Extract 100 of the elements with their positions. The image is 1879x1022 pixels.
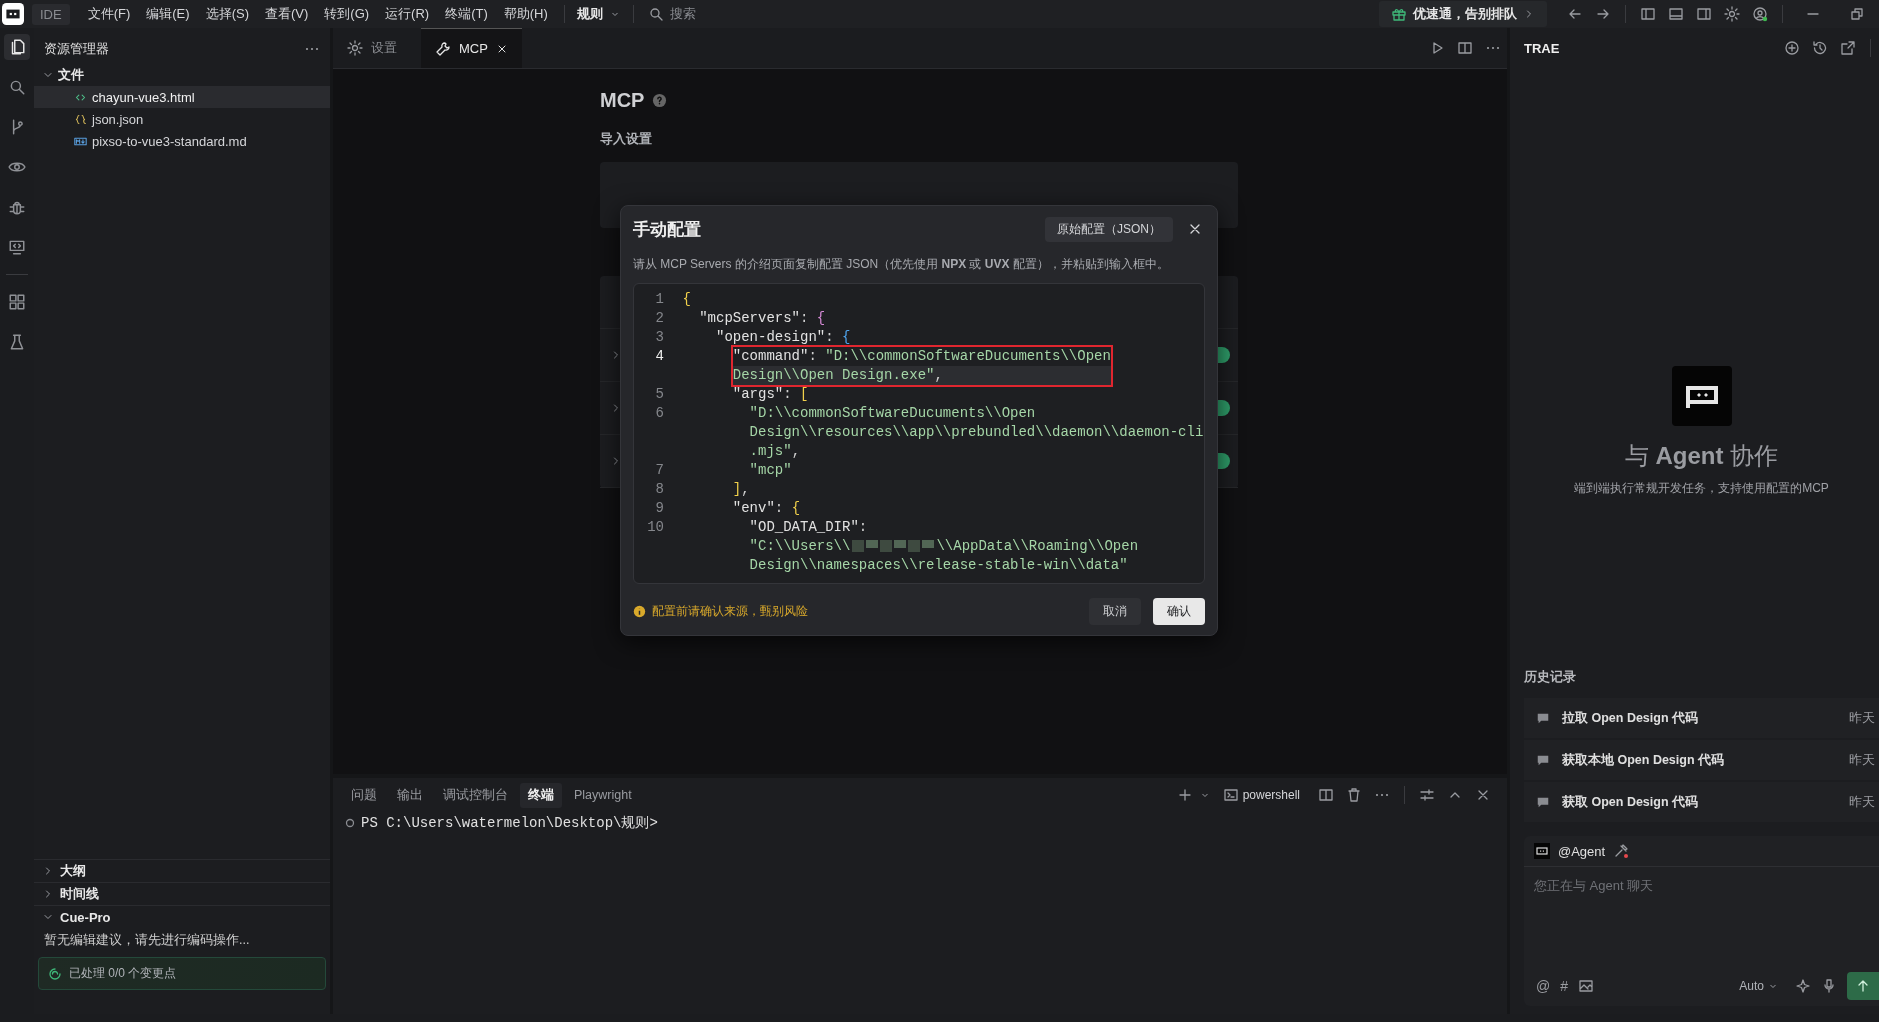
panel-tab[interactable]: 输出 [389, 782, 431, 808]
line-number: 5 [654, 385, 665, 404]
explorer-title: 资源管理器 [44, 40, 109, 58]
panel-header[interactable]: 大纲 [34, 859, 330, 882]
menu-item[interactable]: 选择(S) [197, 5, 257, 23]
editor-tab[interactable]: 设置 [333, 28, 421, 68]
line-number: 6 [654, 404, 665, 423]
shell-selector[interactable]: powershell [1216, 786, 1306, 804]
dialog-title: 手动配置 [633, 218, 701, 241]
settings-icon[interactable] [1724, 6, 1740, 22]
app-name[interactable]: IDE [32, 3, 70, 25]
menu-item[interactable]: 转到(G) [316, 5, 378, 23]
line-number: 1 [654, 290, 665, 309]
code-line: "open-design": { [716, 328, 851, 347]
warning-text: 配置前请确认来源，甄别风险 [652, 603, 808, 620]
sparkle-icon[interactable] [1795, 978, 1811, 994]
page-title: MCP [600, 89, 645, 112]
panel-tab[interactable]: Playwright [566, 784, 640, 806]
left-panel-icon[interactable] [1640, 6, 1656, 22]
history-time: 昨天 [1849, 793, 1875, 811]
send-button[interactable] [1847, 972, 1879, 1000]
agent-heading: 与 Agent 协作 [1624, 441, 1779, 471]
code-line: ], [732, 480, 750, 499]
line-number: 8 [654, 480, 665, 499]
split-editor-icon[interactable] [1457, 40, 1473, 56]
editor-tab[interactable]: MCP [421, 28, 522, 68]
chat-input[interactable]: 您正在与 Agent 聊天 [1524, 867, 1879, 972]
tools-icon[interactable] [1613, 843, 1630, 859]
menu-item[interactable]: 终端(T) [437, 5, 496, 23]
panel-header[interactable]: Cue-Pro [34, 905, 330, 928]
history-item[interactable]: 获取 Open Design 代码 昨天 [1524, 782, 1879, 822]
agent-icon [1534, 843, 1550, 859]
history-title-text: 获取 Open Design 代码 [1562, 793, 1700, 811]
split-terminal-icon[interactable] [1318, 787, 1334, 803]
file-item[interactable]: chayun-vue3.html [34, 86, 330, 108]
history-item[interactable]: 获取本地 Open Design 代码 昨天 [1524, 740, 1879, 780]
image-icon[interactable] [1578, 978, 1594, 994]
account-icon[interactable] [1752, 6, 1768, 22]
history-title: 历史记录 [1524, 669, 1577, 686]
folder-item[interactable]: 文件 [34, 64, 330, 86]
mode-selector[interactable]: Auto [1733, 978, 1785, 994]
panel-tab[interactable]: 问题 [343, 782, 385, 808]
menu-item[interactable]: 文件(F) [79, 5, 139, 23]
confirm-button[interactable]: 确认 [1153, 598, 1205, 625]
bottom-panel-icon[interactable] [1668, 6, 1684, 22]
sliders-icon[interactable] [1419, 787, 1435, 803]
swirl-icon [47, 965, 63, 982]
code-line: "D:\\commonSoftwareDucuments\\Open [749, 404, 1037, 423]
chat-bubble-icon [1536, 795, 1550, 809]
line-number: 2 [654, 309, 665, 328]
panel-tab[interactable]: 终端 [520, 782, 562, 808]
new-chat-icon[interactable] [1784, 40, 1800, 56]
code-line: "env": { [732, 499, 801, 518]
panel-header[interactable]: 时间线 [34, 882, 330, 905]
popout-icon[interactable] [1840, 40, 1856, 56]
trash-icon[interactable] [1346, 787, 1362, 803]
panel-tab[interactable]: 调试控制台 [435, 782, 516, 808]
code-line: "C:\\Users\\ \\AppData\\Roaming\\Open [749, 537, 1139, 556]
cancel-button[interactable]: 取消 [1089, 598, 1141, 625]
info-icon [633, 605, 646, 618]
code-line: .mjs", [749, 442, 802, 461]
promo-button[interactable]: 优速通，告别排队 [1379, 1, 1547, 27]
settings-icon [347, 40, 363, 56]
menu-item[interactable]: 运行(R) [377, 5, 438, 23]
tool-button[interactable]: @ [1536, 978, 1551, 994]
raw-config-button[interactable]: 原始配置（JSON） [1045, 216, 1173, 242]
status-text: 已处理 0/0 个变更点 [69, 965, 177, 982]
terminal-icon [1222, 787, 1239, 803]
file-item[interactable]: json.json [34, 108, 330, 130]
right-panel-icon[interactable] [1696, 6, 1712, 22]
chat-box[interactable]: @Agent 您正在与 Agent 聊天 @ # Auto [1524, 836, 1879, 1006]
code-line: Design\\namespaces\\release-stable-win\\data" [749, 556, 1129, 575]
gift-icon [1391, 6, 1407, 22]
history-title-text: 获取本地 Open Design 代码 [1562, 751, 1726, 769]
menu-item[interactable]: 帮助(H) [495, 5, 556, 23]
history-item[interactable]: 拉取 Open Design 代码 昨天 [1524, 698, 1879, 738]
tool-button[interactable]: # [1560, 978, 1568, 994]
braces-icon [74, 112, 87, 126]
search-button[interactable]: 搜索 [641, 4, 702, 24]
line-number: 10 [646, 518, 665, 537]
status-circle-icon [345, 818, 355, 828]
dialog-description: 请从 MCP Servers 的介绍页面复制配置 JSON（优先使用 NPX 或 UVX 配置），并粘贴到输入框中。 [633, 256, 1170, 273]
microphone-icon[interactable] [1821, 978, 1837, 994]
menu-item[interactable]: 查看(V) [256, 5, 317, 23]
search-icon [647, 6, 664, 22]
menu-item[interactable]: 编辑(E) [138, 5, 198, 23]
history-icon[interactable] [1812, 40, 1828, 56]
line-number: 3 [654, 328, 665, 347]
help-icon[interactable] [652, 93, 668, 108]
restore-icon[interactable] [1849, 6, 1865, 22]
code-line: "mcp" [749, 461, 792, 480]
code-editor[interactable] [633, 283, 1205, 584]
section-title: 导入设置 [600, 130, 653, 148]
rules-dropdown[interactable]: 规则 [572, 5, 625, 23]
code-line: { [682, 290, 691, 309]
history-title-text: 拉取 Open Design 代码 [1562, 709, 1700, 727]
history-time: 昨天 [1849, 751, 1875, 769]
agent-mention[interactable]: @Agent [1558, 843, 1606, 859]
files-icon[interactable] [4, 34, 30, 60]
file-item[interactable]: pixso-to-vue3-standard.md [34, 130, 330, 152]
